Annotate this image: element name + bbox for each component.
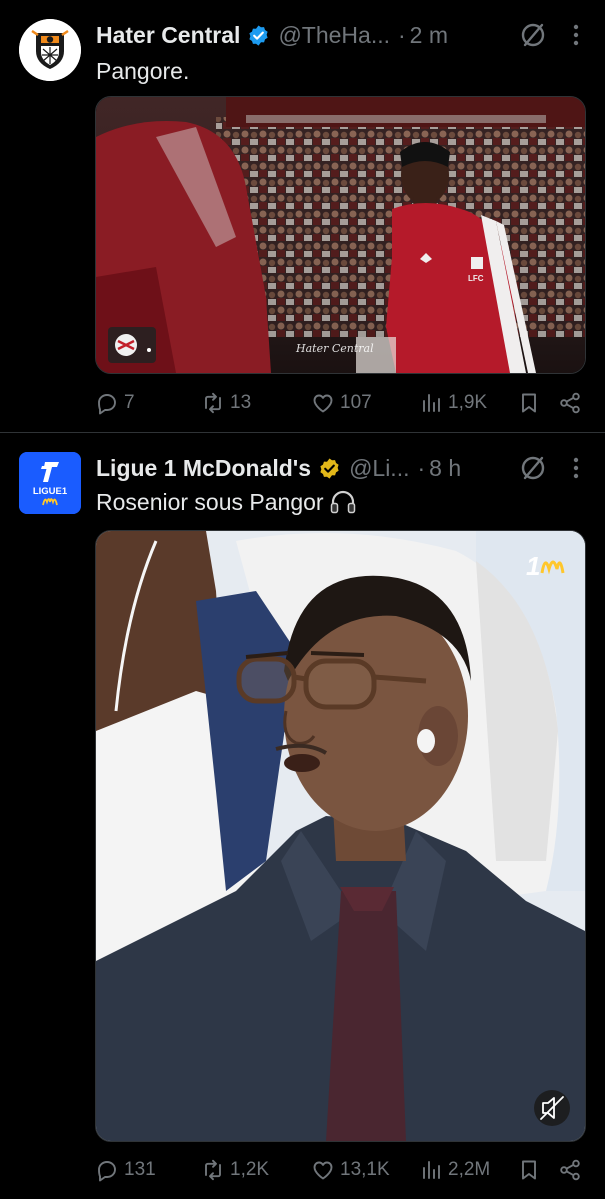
tweet-text-row: Rosenior sous Pangor bbox=[96, 486, 358, 518]
tweet-header: Hater Central @TheHa... · 2 m bbox=[96, 18, 585, 52]
more-icon[interactable] bbox=[571, 456, 581, 480]
author-avatar[interactable]: LIGUE1 bbox=[19, 452, 81, 514]
hater-central-logo bbox=[19, 19, 81, 81]
reply-icon bbox=[98, 1161, 116, 1182]
like-icon bbox=[313, 1161, 333, 1180]
views-button[interactable]: 2,2M bbox=[419, 1155, 490, 1185]
bookmark-icon bbox=[522, 1160, 536, 1180]
more-icon[interactable] bbox=[571, 23, 581, 47]
author-name[interactable]: Hater Central bbox=[96, 22, 240, 49]
video-watermark: Hater Central bbox=[295, 342, 374, 355]
timestamp[interactable]: 8 h bbox=[429, 455, 461, 482]
tweet-video[interactable]: 1 bbox=[95, 530, 586, 1142]
views-icon bbox=[423, 394, 440, 412]
bookmark-icon bbox=[522, 393, 536, 413]
tweet-text: Pangore. bbox=[96, 57, 190, 84]
headphones-icon bbox=[330, 490, 355, 514]
ligue1-logo-text: LIGUE1 bbox=[33, 486, 68, 497]
like-button[interactable]: 13,1K bbox=[311, 1155, 390, 1185]
tweet-ligue1[interactable]: LIGUE1 Ligue 1 McDonald's @Li... · 8 h R… bbox=[0, 433, 605, 1199]
repost-icon bbox=[205, 392, 221, 414]
author-avatar[interactable] bbox=[19, 19, 81, 81]
ligue1-logo: LIGUE1 bbox=[19, 452, 81, 514]
views-button[interactable]: 1,9K bbox=[419, 388, 487, 418]
reply-icon bbox=[98, 394, 116, 415]
share-icon bbox=[560, 392, 580, 414]
like-count: 13,1K bbox=[340, 1159, 390, 1180]
tweet-hater-central[interactable]: Hater Central @TheHa... · 2 m Pangore. H… bbox=[0, 0, 605, 432]
tweet-actions: 131 1,2K 13,1K 2,2M bbox=[95, 1155, 590, 1185]
separator-dot: · bbox=[417, 454, 426, 481]
tweet-actions: 7 13 107 1,9K bbox=[95, 388, 590, 418]
share-icon bbox=[560, 1159, 580, 1181]
video-frame: Hater Central LFC bbox=[96, 97, 585, 373]
separator-dot: · bbox=[398, 21, 406, 48]
timestamp[interactable]: 2 m bbox=[410, 22, 448, 49]
tweet-video[interactable]: Hater Central LFC bbox=[95, 96, 586, 374]
reply-button[interactable]: 131 bbox=[95, 1155, 156, 1185]
like-count: 107 bbox=[340, 392, 372, 413]
jersey-text: LFC bbox=[468, 274, 484, 283]
view-count: 2,2M bbox=[448, 1159, 491, 1180]
verified-badge-icon bbox=[249, 24, 269, 46]
repost-button[interactable]: 13 bbox=[201, 388, 251, 418]
author-name[interactable]: Ligue 1 McDonald's bbox=[96, 455, 311, 482]
reply-count: 131 bbox=[124, 1159, 156, 1180]
repost-count: 13 bbox=[230, 392, 252, 413]
repost-button[interactable]: 1,2K bbox=[201, 1155, 269, 1185]
reply-count: 7 bbox=[124, 392, 135, 413]
video-frame: 1 bbox=[96, 531, 585, 1141]
tweet-header: Ligue 1 McDonald's @Li... · 8 h bbox=[96, 451, 585, 485]
view-count: 1,9K bbox=[448, 392, 488, 413]
like-icon bbox=[313, 394, 333, 413]
grok-icon[interactable] bbox=[519, 21, 547, 49]
grok-icon[interactable] bbox=[519, 454, 547, 482]
author-handle[interactable]: @Li... bbox=[349, 455, 409, 482]
bookmark-button[interactable] bbox=[517, 1155, 546, 1185]
share-button[interactable] bbox=[558, 1155, 587, 1185]
svg-text:1: 1 bbox=[526, 551, 540, 581]
repost-count: 1,2K bbox=[230, 1159, 270, 1180]
author-handle[interactable]: @TheHa... bbox=[278, 22, 390, 49]
like-button[interactable]: 107 bbox=[311, 388, 372, 418]
share-button[interactable] bbox=[558, 388, 587, 418]
bookmark-button[interactable] bbox=[517, 388, 546, 418]
verified-badge-icon bbox=[320, 457, 339, 479]
tweet-text: Rosenior sous Pangor bbox=[96, 488, 324, 515]
reply-button[interactable]: 7 bbox=[95, 388, 135, 418]
views-icon bbox=[423, 1161, 440, 1179]
repost-icon bbox=[205, 1159, 221, 1181]
